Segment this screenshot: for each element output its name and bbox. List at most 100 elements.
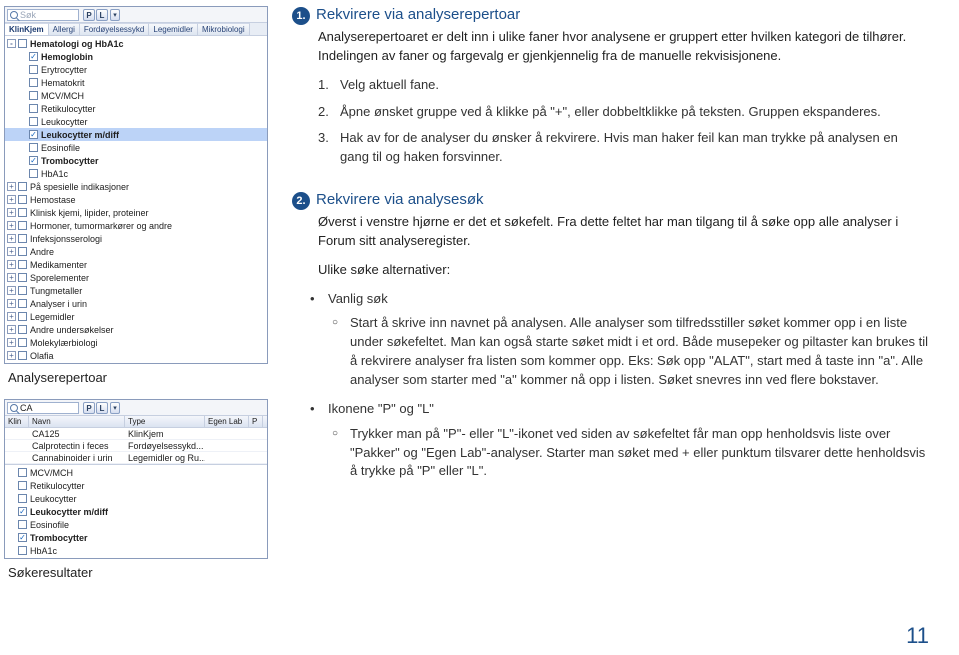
checkbox[interactable] bbox=[18, 260, 27, 269]
tree-row[interactable]: Eosinofile bbox=[5, 518, 267, 531]
expand-icon[interactable]: + bbox=[7, 312, 16, 321]
tree-row[interactable]: +På spesielle indikasjoner bbox=[5, 180, 267, 193]
tree-row[interactable]: +Medikamenter bbox=[5, 258, 267, 271]
tree-row[interactable]: +Andre undersøkelser bbox=[5, 323, 267, 336]
p-button[interactable]: P bbox=[83, 402, 95, 414]
tree-row[interactable]: Retikulocytter bbox=[5, 102, 267, 115]
tree-row[interactable]: Leukocytter bbox=[5, 115, 267, 128]
tree-row[interactable]: Retikulocytter bbox=[5, 479, 267, 492]
tree-row[interactable]: Leukocytter m/diff bbox=[5, 128, 267, 141]
tree-row[interactable]: HbA1c bbox=[5, 167, 267, 180]
tree-row[interactable]: Trombocytter bbox=[5, 154, 267, 167]
checkbox[interactable] bbox=[18, 312, 27, 321]
tree-row[interactable]: Leukocytter bbox=[5, 492, 267, 505]
expand-icon[interactable]: + bbox=[7, 286, 16, 295]
checkbox[interactable] bbox=[18, 507, 27, 516]
checkbox[interactable] bbox=[29, 117, 38, 126]
checkbox[interactable] bbox=[29, 52, 38, 61]
tree-row[interactable]: +Infeksjonsserologi bbox=[5, 232, 267, 245]
expand-icon[interactable]: + bbox=[7, 234, 16, 243]
expand-icon[interactable]: + bbox=[7, 182, 16, 191]
tree-row[interactable]: +Olafia bbox=[5, 349, 267, 362]
l-button[interactable]: L bbox=[96, 9, 108, 21]
checkbox[interactable] bbox=[18, 338, 27, 347]
col-egen lab[interactable]: Egen Lab bbox=[205, 416, 249, 427]
checkbox[interactable] bbox=[18, 468, 27, 477]
expand-icon[interactable]: + bbox=[7, 325, 16, 334]
checkbox[interactable] bbox=[18, 494, 27, 503]
checkbox[interactable] bbox=[18, 182, 27, 191]
dropdown-icon[interactable]: ▾ bbox=[110, 402, 120, 414]
checkbox[interactable] bbox=[29, 104, 38, 113]
tree-row[interactable]: HbA1c bbox=[5, 544, 267, 557]
expand-icon[interactable]: + bbox=[7, 351, 16, 360]
tab-fordøyelsessykd[interactable]: Fordøyelsessykd bbox=[80, 23, 149, 35]
table-row[interactable]: CA125KlinKjem bbox=[5, 428, 267, 440]
checkbox[interactable] bbox=[29, 78, 38, 87]
col-type[interactable]: Type bbox=[125, 416, 205, 427]
checkbox[interactable] bbox=[18, 481, 27, 490]
tree-row[interactable]: MCV/MCH bbox=[5, 89, 267, 102]
expand-icon[interactable]: + bbox=[7, 247, 16, 256]
checkbox[interactable] bbox=[18, 208, 27, 217]
checkbox[interactable] bbox=[18, 351, 27, 360]
col-klin[interactable]: Klin bbox=[5, 416, 29, 427]
tab-allergi[interactable]: Allergi bbox=[49, 23, 80, 35]
expand-icon[interactable]: + bbox=[7, 260, 16, 269]
expand-icon[interactable]: + bbox=[7, 195, 16, 204]
tab-klinkjem[interactable]: KlinKjem bbox=[5, 23, 49, 35]
checkbox[interactable] bbox=[29, 156, 38, 165]
table-row[interactable]: Cannabinoider i urinLegemidler og Ru... bbox=[5, 452, 267, 464]
tree-row[interactable]: +Tungmetaller bbox=[5, 284, 267, 297]
dropdown-icon[interactable]: ▾ bbox=[110, 9, 120, 21]
tree-row[interactable]: +Legemidler bbox=[5, 310, 267, 323]
repertoire-search[interactable]: Søk bbox=[7, 9, 79, 21]
checkbox[interactable] bbox=[18, 247, 27, 256]
expand-icon[interactable]: + bbox=[7, 273, 16, 282]
checkbox[interactable] bbox=[18, 299, 27, 308]
expand-icon[interactable]: + bbox=[7, 338, 16, 347]
l-button[interactable]: L bbox=[96, 402, 108, 414]
checkbox[interactable] bbox=[18, 533, 27, 542]
checkbox[interactable] bbox=[29, 169, 38, 178]
checkbox[interactable] bbox=[18, 325, 27, 334]
checkbox[interactable] bbox=[18, 234, 27, 243]
tree-row[interactable]: Trombocytter bbox=[5, 531, 267, 544]
checkbox[interactable] bbox=[29, 130, 38, 139]
tree-row[interactable]: +Molekylærbiologi bbox=[5, 336, 267, 349]
tree-row[interactable]: +Analyser i urin bbox=[5, 297, 267, 310]
checkbox[interactable] bbox=[18, 273, 27, 282]
expand-icon[interactable]: + bbox=[7, 208, 16, 217]
col-navn[interactable]: Navn bbox=[29, 416, 125, 427]
tree-row[interactable]: Eosinofile bbox=[5, 141, 267, 154]
checkbox[interactable] bbox=[18, 286, 27, 295]
expand-icon[interactable]: + bbox=[7, 221, 16, 230]
tree-row[interactable]: +Hemostase bbox=[5, 193, 267, 206]
tree-row[interactable]: +Sporelementer bbox=[5, 271, 267, 284]
tree-row[interactable]: MCV/MCH bbox=[5, 466, 267, 479]
tree-row[interactable]: +Andre bbox=[5, 245, 267, 258]
checkbox[interactable] bbox=[18, 221, 27, 230]
search-field[interactable]: CA bbox=[7, 402, 79, 414]
tab-mikrobiologi[interactable]: Mikrobiologi bbox=[198, 23, 250, 35]
checkbox[interactable] bbox=[18, 520, 27, 529]
table-row[interactable]: Calprotectin i fecesFordøyelsessykd... bbox=[5, 440, 267, 452]
checkbox[interactable] bbox=[29, 65, 38, 74]
p-button[interactable]: P bbox=[83, 9, 95, 21]
tree-row[interactable]: -Hematologi og HbA1c bbox=[5, 37, 267, 50]
tab-legemidler[interactable]: Legemidler bbox=[149, 23, 198, 35]
checkbox[interactable] bbox=[18, 195, 27, 204]
tree-row[interactable]: Hematokrit bbox=[5, 76, 267, 89]
tree-row[interactable]: Erytrocytter bbox=[5, 63, 267, 76]
checkbox[interactable] bbox=[29, 91, 38, 100]
collapse-icon[interactable]: - bbox=[7, 39, 16, 48]
tree-row[interactable]: Hemoglobin bbox=[5, 50, 267, 63]
checkbox[interactable] bbox=[18, 39, 27, 48]
col-p[interactable]: P bbox=[249, 416, 263, 427]
checkbox[interactable] bbox=[29, 143, 38, 152]
expand-icon[interactable]: + bbox=[7, 299, 16, 308]
tree-row[interactable]: +Hormoner, tumormarkører og andre bbox=[5, 219, 267, 232]
tree-row[interactable]: +Klinisk kjemi, lipider, proteiner bbox=[5, 206, 267, 219]
checkbox[interactable] bbox=[18, 546, 27, 555]
tree-row[interactable]: Leukocytter m/diff bbox=[5, 505, 267, 518]
